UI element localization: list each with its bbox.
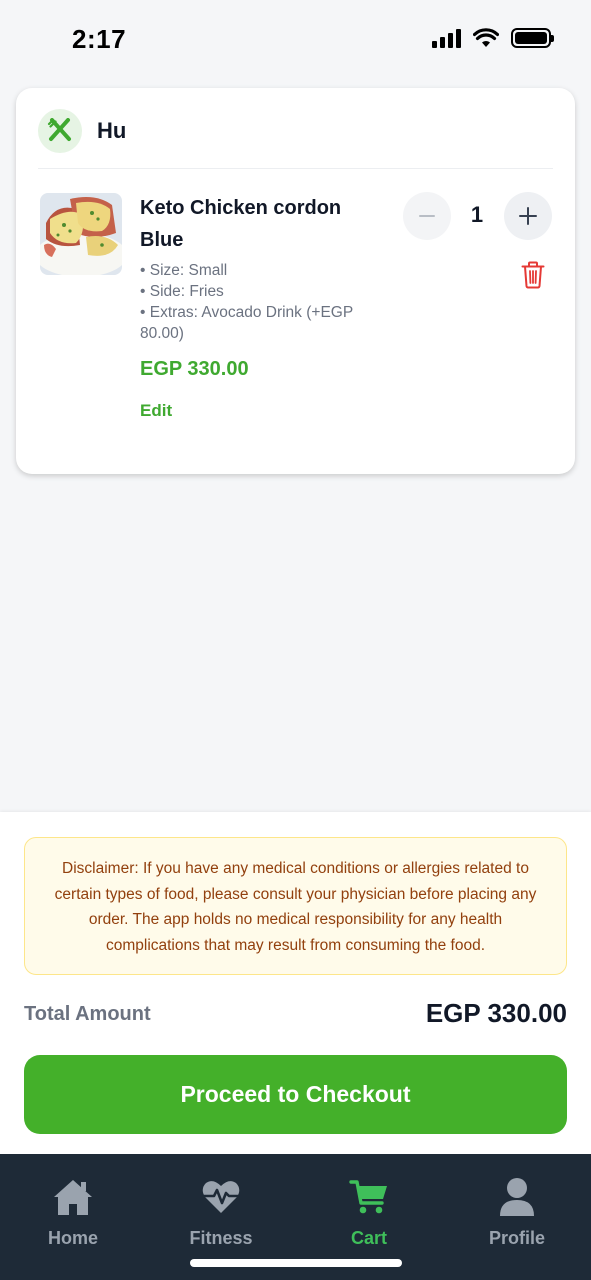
disclaimer-box: Disclaimer: If you have any medical cond… — [24, 837, 567, 975]
item-image — [40, 193, 122, 275]
trash-icon — [521, 261, 545, 289]
status-time: 2:17 — [72, 24, 127, 54]
item-detail-extras: • Extras: Avocado Drink (+EGP 80.00) — [140, 304, 353, 342]
nav-item-fitness[interactable]: Fitness — [166, 1176, 276, 1249]
cart-icon — [314, 1176, 424, 1218]
edit-item-link[interactable]: Edit — [140, 401, 172, 421]
nav-item-home[interactable]: Home — [18, 1176, 128, 1249]
minus-icon — [419, 215, 435, 217]
status-bar: 2:17 — [0, 0, 591, 80]
home-indicator — [190, 1259, 402, 1267]
increase-quantity-button[interactable] — [504, 192, 552, 240]
signal-icon — [432, 28, 461, 48]
user-icon — [462, 1176, 572, 1218]
item-title: Keto Chicken cordon Blue — [140, 197, 342, 251]
decrease-quantity-button[interactable] — [403, 192, 451, 240]
nav-label-cart: Cart — [350, 1228, 387, 1248]
total-value: EGP 330.00 — [425, 998, 567, 1028]
status-icons — [432, 28, 554, 48]
proceed-to-checkout-button[interactable]: Proceed to Checkout — [24, 1055, 567, 1134]
restaurant-name: Hu — [97, 118, 127, 143]
heart-pulse-icon — [166, 1176, 276, 1218]
nav-item-cart[interactable]: Cart — [314, 1176, 424, 1249]
wifi-icon — [473, 28, 499, 47]
item-detail-side: • Side: Fries — [140, 283, 224, 300]
item-detail-size: • Size: Small — [140, 262, 228, 279]
nav-item-profile[interactable]: Profile — [462, 1176, 572, 1249]
nav-label-profile: Profile — [488, 1228, 545, 1248]
divider — [38, 168, 553, 169]
plus-icon — [519, 207, 537, 225]
quantity-value: 1 — [470, 202, 484, 227]
total-label: Total Amount — [24, 1003, 151, 1025]
home-icon — [18, 1176, 128, 1218]
cart-card: Hu Keto Chicken cordon Blue • Size: Smal… — [16, 88, 575, 474]
item-price: EGP 330.00 — [140, 358, 249, 380]
checkout-panel: Disclaimer: If you have any medical cond… — [0, 812, 591, 1154]
nav-label-home: Home — [47, 1228, 98, 1248]
restaurant-header: Hu — [38, 109, 126, 153]
nav-label-fitness: Fitness — [189, 1228, 253, 1248]
utensils-icon — [38, 109, 82, 153]
delete-item-button[interactable] — [521, 261, 545, 289]
battery-icon — [511, 28, 554, 48]
item-details: • Size: Small • Side: Fries • Extras: Av… — [140, 260, 380, 344]
